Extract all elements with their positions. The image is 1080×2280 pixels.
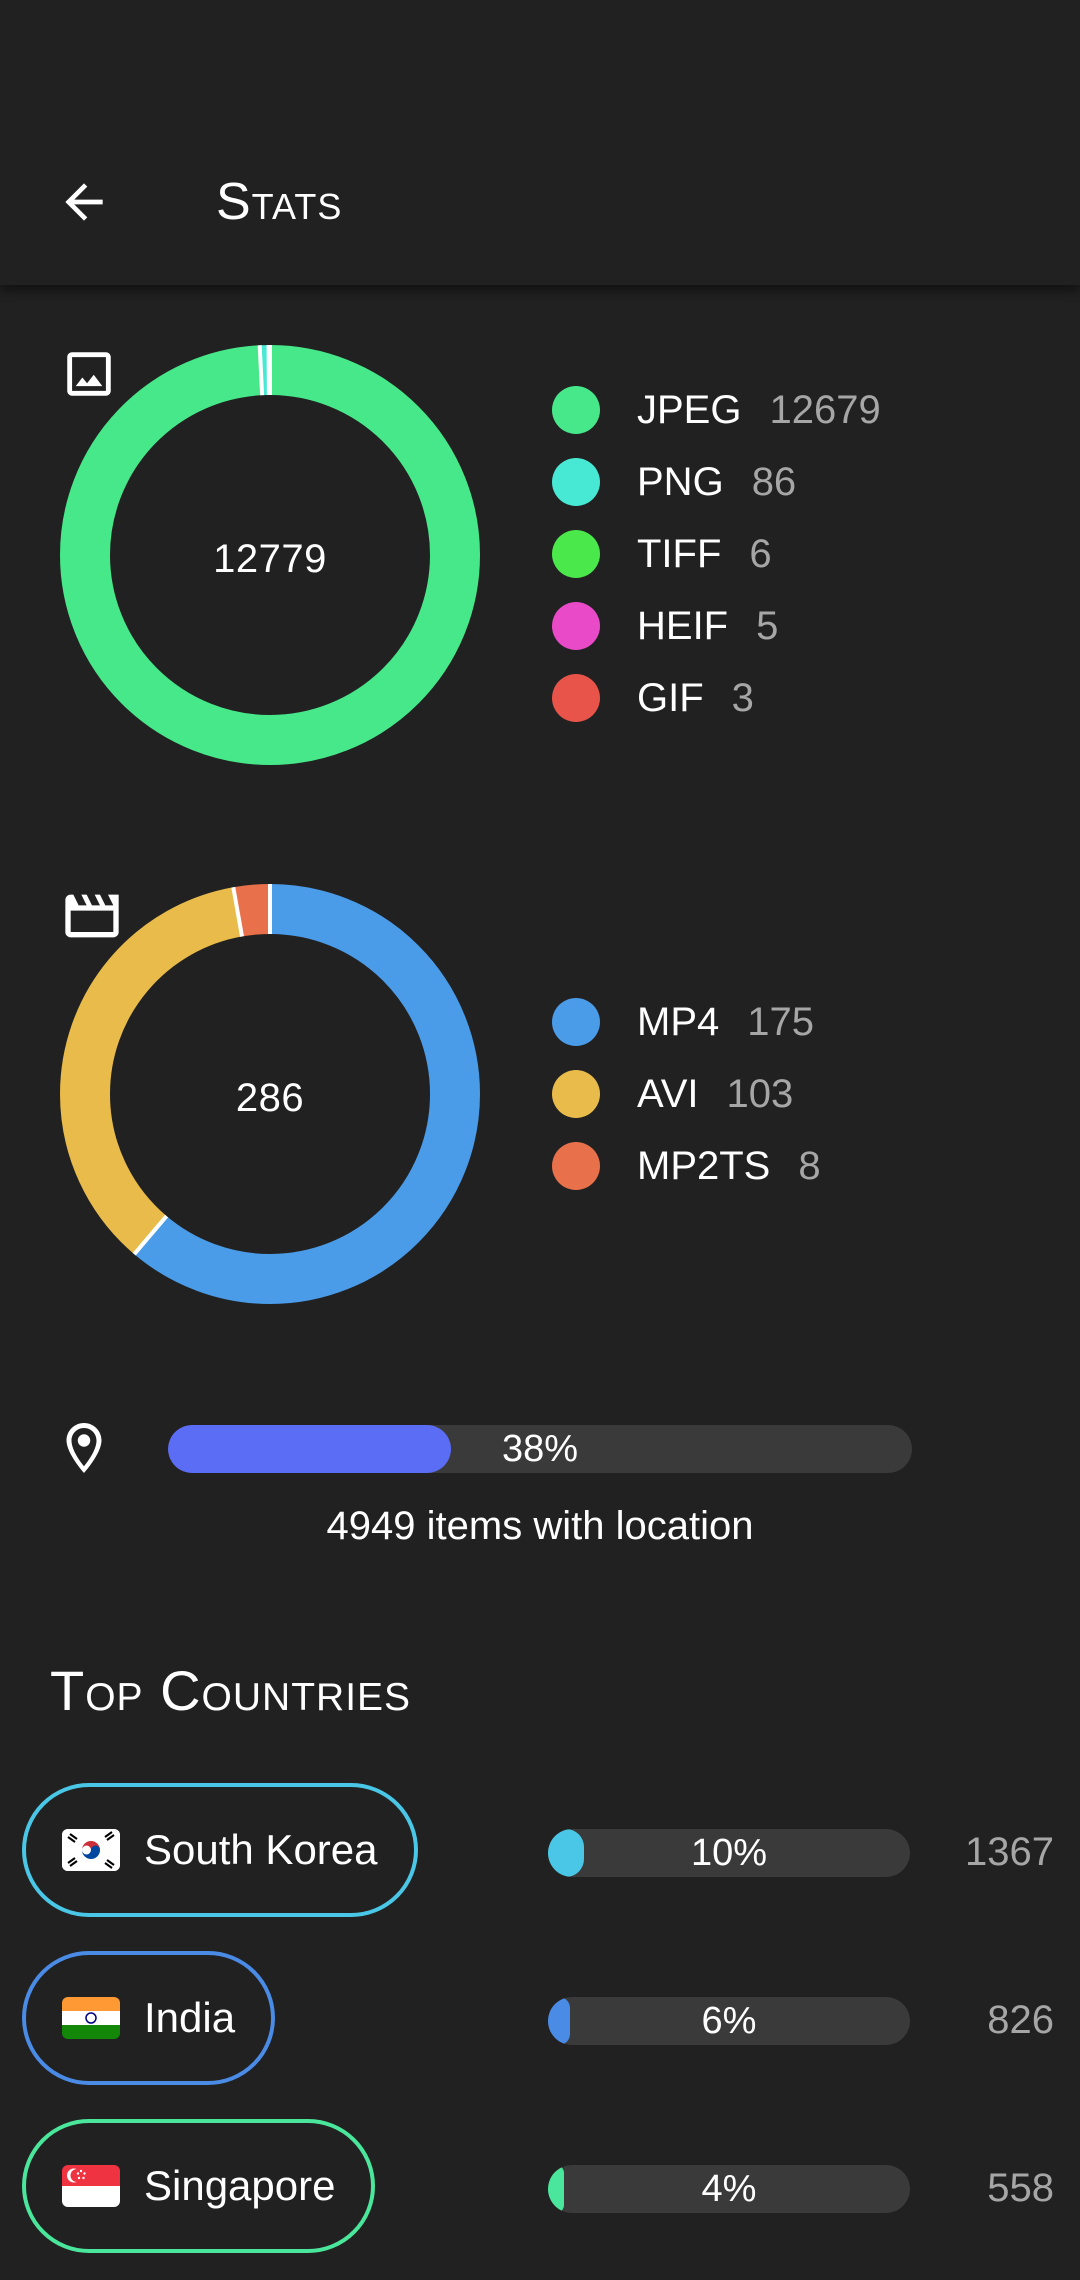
map-pin-icon	[66, 1423, 102, 1473]
legend-item-png: PNG 86	[552, 446, 881, 518]
country-progress-bar: 4%	[548, 2165, 910, 2213]
legend-dot	[552, 1142, 600, 1190]
video-type-donut-chart: 286	[60, 884, 480, 1304]
page-title: Stats	[216, 173, 343, 231]
legend-dot	[552, 458, 600, 506]
legend-count: 8	[798, 1143, 821, 1188]
legend-item-avi: AVI 103	[552, 1058, 821, 1130]
india-flag-icon	[62, 1997, 120, 2039]
country-percent: 10%	[690, 1831, 768, 1874]
country-name: Singapore	[144, 2162, 336, 2209]
app-bar: Stats	[0, 0, 1080, 285]
legend-count: 86	[751, 459, 797, 504]
country-progress-bar: 10%	[548, 1829, 910, 1877]
country-chip-south-korea[interactable]: South Korea	[22, 1783, 418, 1917]
country-count: 826	[987, 1998, 1054, 2042]
legend-label: HEIF	[637, 603, 729, 648]
country-percent: 4%	[701, 2167, 757, 2210]
legend-dot	[552, 602, 600, 650]
legend-count: 5	[756, 603, 779, 648]
legend-item-gif: GIF 3	[552, 662, 881, 734]
legend-label: MP2TS	[637, 1143, 771, 1188]
country-percent: 6%	[701, 1999, 757, 2042]
legend-label: PNG	[637, 459, 724, 504]
arrow-left-icon	[65, 183, 103, 221]
legend-dot	[552, 674, 600, 722]
legend-item-heif: HEIF 5	[552, 590, 881, 662]
legend-dot	[552, 386, 600, 434]
legend-label: GIF	[637, 675, 704, 720]
video-type-legend: MP4 175 AVI 103 MP2TS 8	[552, 986, 821, 1202]
country-count: 1367	[965, 1830, 1054, 1874]
back-button[interactable]	[42, 160, 126, 244]
legend-label: MP4	[637, 999, 720, 1044]
legend-dot	[552, 998, 600, 1046]
video-total-count: 286	[235, 1075, 305, 1120]
image-type-legend: JPEG 12679 PNG 86 TIFF 6 HEIF 5 GIF 3	[552, 374, 881, 734]
image-type-donut-chart: 12779	[60, 345, 480, 765]
south-korea-flag-icon	[62, 1829, 120, 1871]
country-chip-singapore[interactable]: Singapore	[22, 2119, 376, 2253]
legend-item-mp2ts: MP2TS 8	[552, 1130, 821, 1202]
location-percent: 38%	[501, 1427, 579, 1470]
legend-item-tiff: TIFF 6	[552, 518, 881, 590]
location-caption: 4949 items with location	[326, 1504, 754, 1548]
legend-item-jpeg: JPEG 12679	[552, 374, 881, 446]
legend-label: JPEG	[637, 387, 742, 432]
country-count: 558	[987, 2166, 1054, 2210]
legend-label: TIFF	[637, 531, 722, 576]
singapore-flag-icon	[62, 2165, 120, 2207]
location-progress-bar: 38%	[168, 1425, 912, 1473]
video-donut-center: 286	[60, 884, 480, 1304]
country-progress-bar: 6%	[548, 1997, 910, 2045]
legend-dot	[552, 530, 600, 578]
legend-count: 103	[726, 1071, 794, 1116]
country-chip-india[interactable]: India	[22, 1951, 276, 2085]
legend-count: 3	[731, 675, 754, 720]
legend-count: 12679	[769, 387, 881, 432]
image-total-count: 12779	[213, 536, 327, 581]
top-countries-title: Top Countries	[50, 1659, 412, 1722]
legend-label: AVI	[637, 1071, 699, 1116]
legend-count: 175	[747, 999, 814, 1044]
image-donut-center: 12779	[60, 345, 480, 765]
country-name: India	[144, 1994, 236, 2041]
movie-clapperboard-icon	[65, 894, 119, 938]
legend-item-mp4: MP4 175	[552, 986, 821, 1058]
country-name: South Korea	[144, 1826, 378, 1873]
legend-count: 6	[749, 531, 772, 576]
image-icon	[67, 352, 111, 396]
legend-dot	[552, 1070, 600, 1118]
